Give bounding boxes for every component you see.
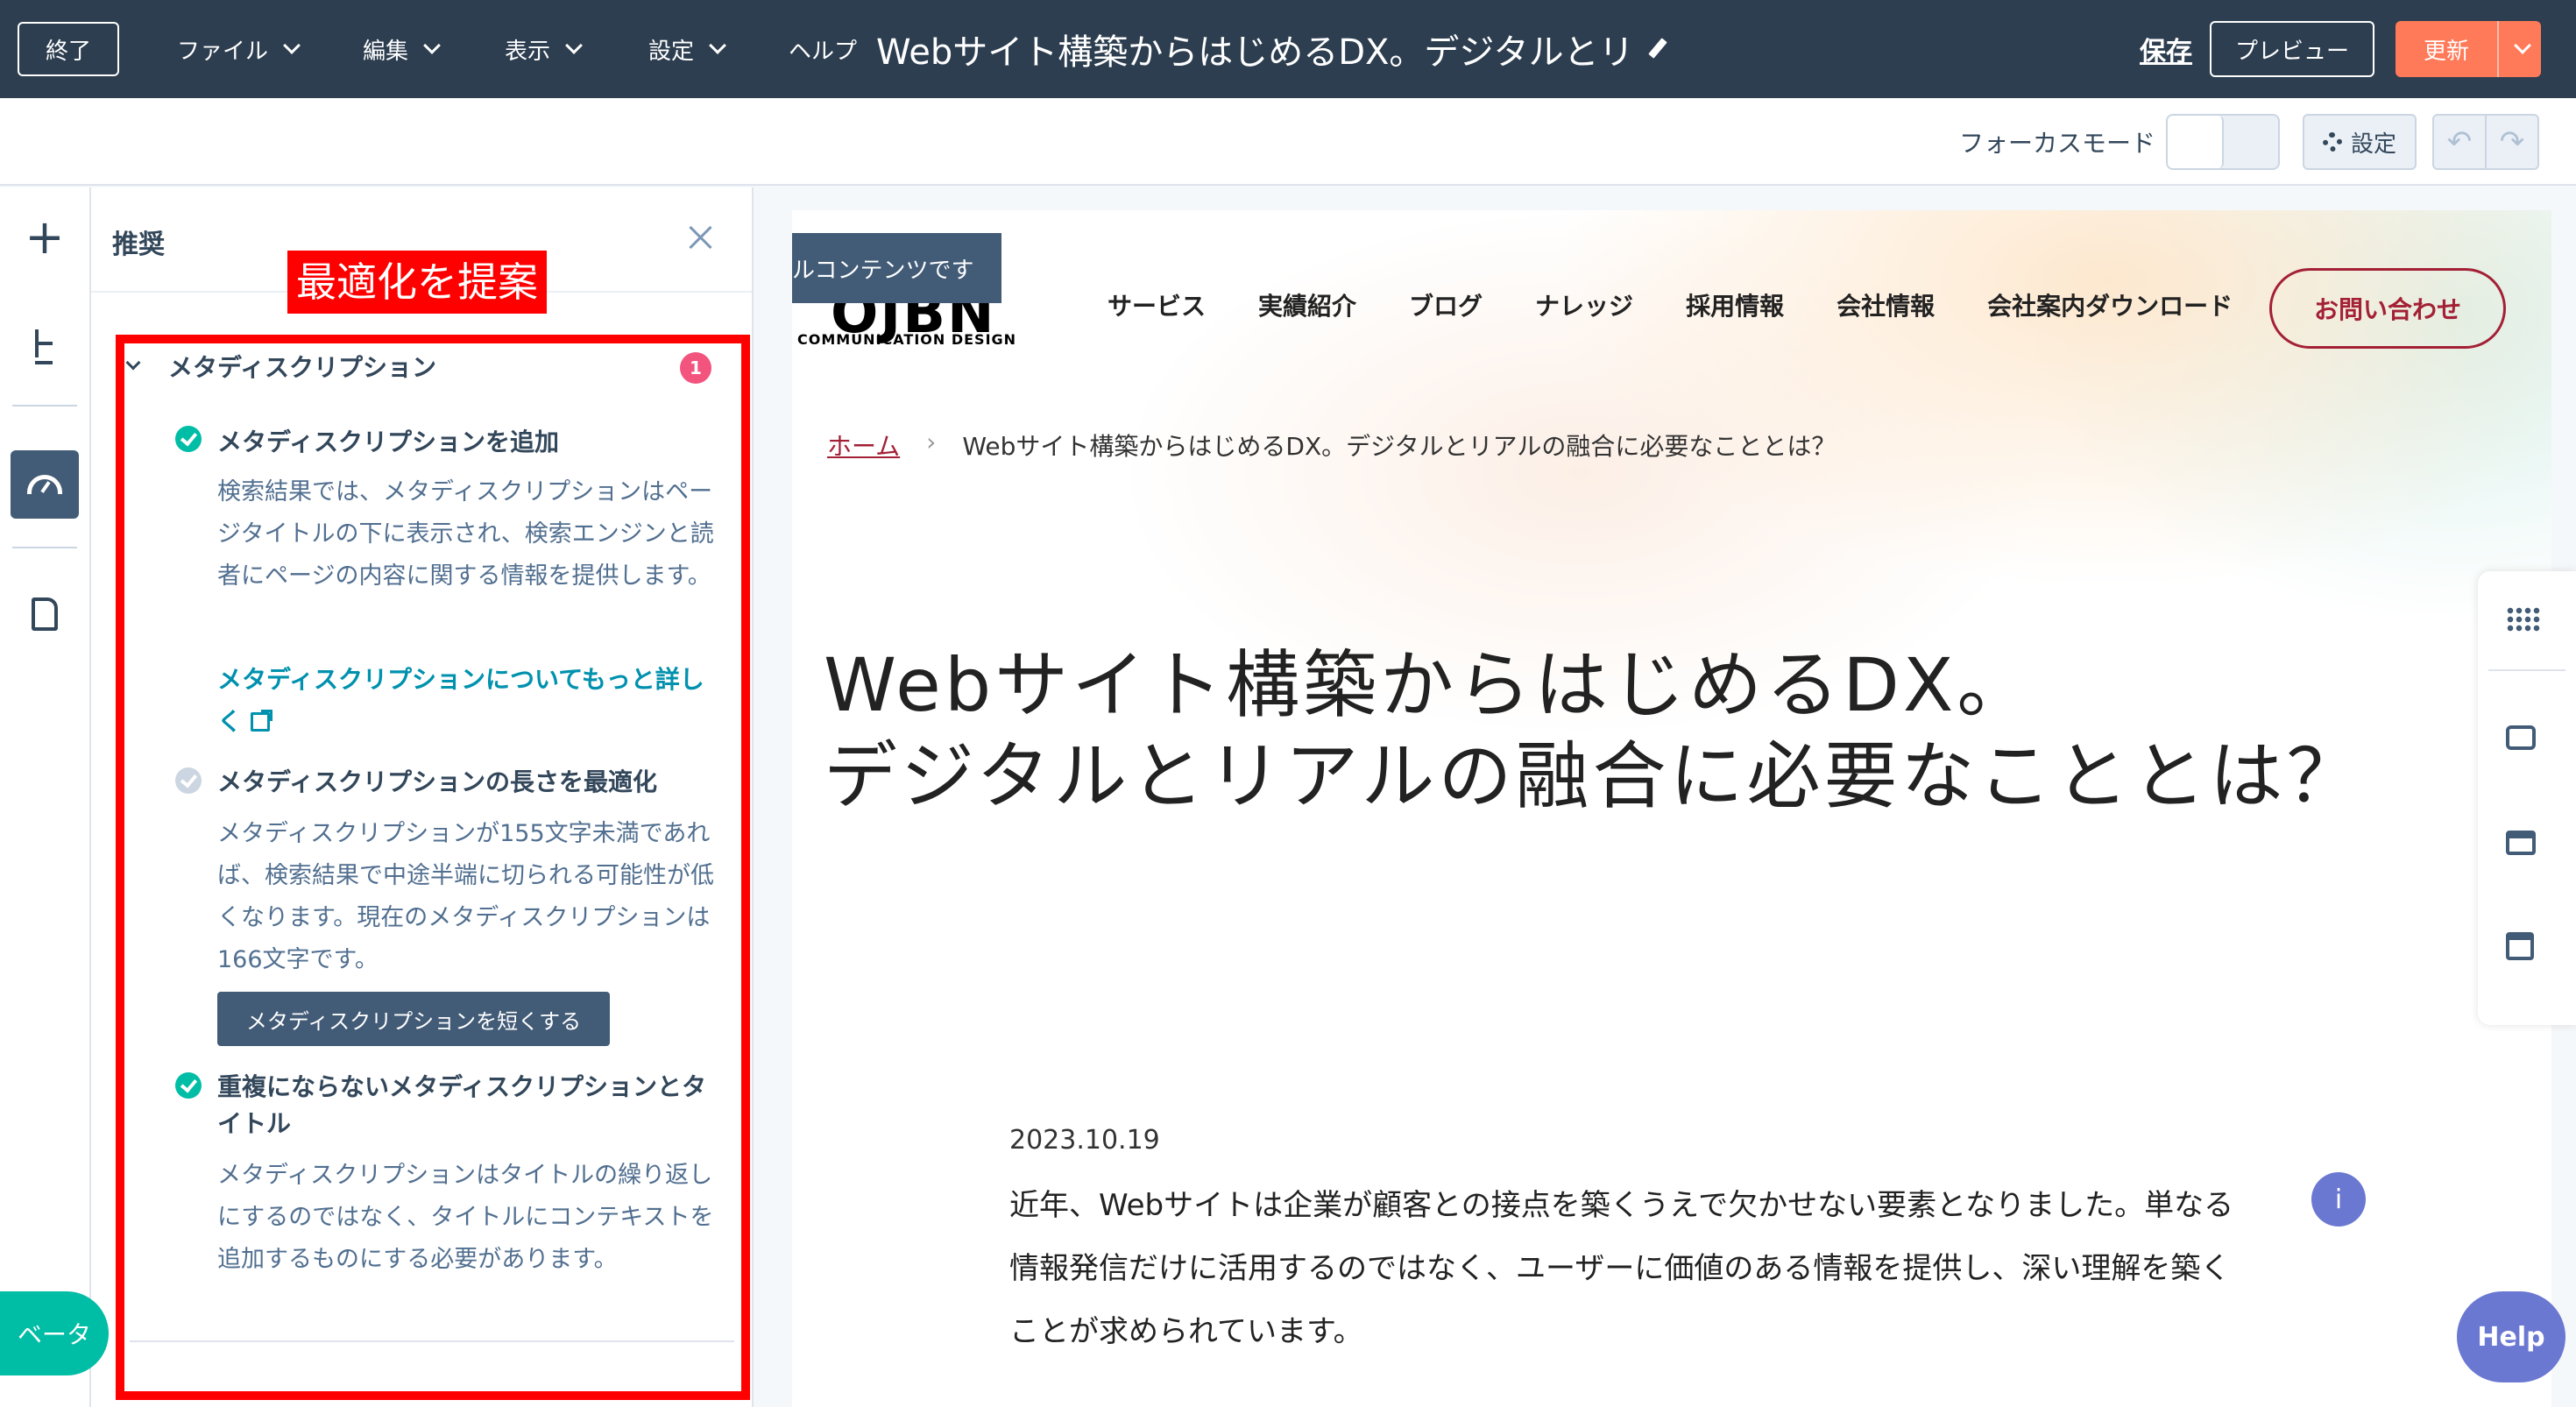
breadcrumb-separator: › [926, 428, 937, 456]
document-title-text: Webサイト構築からはじめるDX。デジタルとリ [876, 32, 1634, 73]
breadcrumb: ホーム › Webサイト構築からはじめるDX。デジタルとリアルの融合に必要なこと… [827, 428, 1836, 463]
logo-subtitle: COMMUNICATION DESIGN [797, 331, 1017, 348]
chat-icon[interactable] [2506, 725, 2536, 750]
menu-file[interactable]: ファイル [177, 0, 301, 98]
learn-more-link[interactable]: メタディスクリプションについてもっと詳しく [217, 659, 717, 743]
article-title: Webサイト構築からはじめるDX。 デジタルとリアルの融合に必要なこととは？ [824, 640, 2363, 822]
item-description: メタディスクリプションが155文字未満であれば、検索結果で中途半端に切られる可能… [217, 820, 714, 973]
settings-button-label: 設定 [2350, 131, 2396, 158]
issue-count-badge: 1 [680, 352, 711, 384]
update-button[interactable]: 更新 [2396, 21, 2541, 77]
menu-file-label: ファイル [177, 38, 269, 65]
contact-button[interactable]: お問い合わせ [2269, 268, 2506, 349]
menu-settings[interactable]: 設定 [648, 0, 726, 98]
item-description: 検索結果では、メタディスクリプションはページタイトルの下に表示され、検索エンジン… [217, 478, 714, 590]
check-circle-icon [175, 426, 202, 452]
menu-edit-label: 編集 [363, 38, 409, 65]
breadcrumb-current: Webサイト構築からはじめるDX。デジタルとリアルの融合に必要なこととは？ [962, 432, 1836, 461]
side-tools-divider [2488, 669, 2565, 671]
item-title: 重複にならないメタディスクリプションとタイトル [217, 1072, 707, 1138]
editor-toolbar: フォーカスモード 設定 ↶ ↷ [0, 98, 2576, 186]
focus-mode-toggle[interactable] [2166, 114, 2280, 170]
top-bar: 終了 ファイル 編集 表示 設定 ヘルプ Webサイト構築からはじめるDX。デジ… [0, 0, 2576, 98]
item-title: メタディスクリプションの長さを最適化 [217, 767, 658, 796]
article-body: 近年、Webサイトは企業が顧客との接点を築くうえで欠かせない要素となりました。単… [1009, 1188, 2234, 1349]
rail-divider [12, 547, 77, 548]
rail-divider [12, 405, 77, 407]
settings-button[interactable]: 設定 [2303, 114, 2417, 170]
section-title-meta-description[interactable]: メタディスクリプション [168, 349, 436, 384]
structure-button[interactable] [11, 310, 79, 378]
menu-edit[interactable]: 編集 [363, 0, 441, 98]
article-title-line-2: デジタルとリアルの融合に必要なこととは？ [824, 733, 2364, 819]
learn-more-link-text: メタディスクリプションについてもっと詳しく [217, 665, 704, 736]
card-icon[interactable] [2506, 831, 2536, 855]
save-button[interactable]: 保存 [2140, 0, 2192, 98]
external-link-icon [251, 710, 273, 732]
menu-settings-label: 設定 [648, 38, 695, 65]
update-dropdown[interactable] [2497, 21, 2541, 77]
nav-item[interactable]: サービス [1108, 287, 1206, 322]
nav-item[interactable]: ブログ [1409, 287, 1483, 322]
nav-item[interactable]: 会社案内ダウンロード [1987, 287, 2233, 322]
undo-redo-group: ↶ ↷ [2432, 114, 2539, 170]
menu-help[interactable]: ヘルプ [789, 0, 857, 98]
content-tag-text: ルコンテンツです [792, 257, 974, 284]
menu-view[interactable]: 表示 [505, 0, 583, 98]
document-title[interactable]: Webサイト構築からはじめるDX。デジタルとリ [876, 0, 1669, 98]
chevron-down-icon [565, 37, 583, 54]
chevron-down-icon [2514, 37, 2531, 54]
tree-icon [33, 329, 56, 364]
help-button[interactable]: Help [2457, 1291, 2565, 1382]
check-circle-icon [175, 767, 202, 794]
undo-icon[interactable]: ↶ [2434, 116, 2487, 168]
page-preview: OJBN COMMUNICATION DESIGN ルコンテンツです サービス … [792, 210, 2551, 1407]
chevron-down-icon [283, 37, 301, 54]
chevron-down-icon [709, 37, 726, 54]
calendar-icon[interactable] [2506, 932, 2534, 960]
close-icon[interactable] [683, 221, 718, 256]
add-button[interactable]: + [11, 203, 79, 272]
nav-item[interactable]: 採用情報 [1686, 287, 1784, 322]
menu-view-label: 表示 [505, 38, 551, 65]
beta-button[interactable]: ベータ [0, 1291, 109, 1375]
optimize-button[interactable] [11, 450, 79, 519]
update-button-label: 更新 [2423, 38, 2469, 65]
page-button[interactable] [11, 580, 79, 648]
panel-title: 推奨 [112, 230, 165, 260]
chevron-down-icon [423, 37, 441, 54]
content-tag: ルコンテンツです [792, 233, 1002, 303]
shorten-description-button[interactable]: メタディスクリプションを短くする [217, 992, 610, 1046]
info-icon[interactable]: i [2311, 1172, 2366, 1227]
item-title: メタディスクリプションを追加 [217, 428, 560, 456]
left-rail: + [0, 187, 91, 1407]
breadcrumb-home[interactable]: ホーム [827, 428, 900, 463]
redo-icon[interactable]: ↷ [2487, 116, 2537, 168]
side-tools [2478, 571, 2576, 1025]
nav-item[interactable]: 会社情報 [1836, 287, 1935, 322]
apps-grid-icon[interactable] [2506, 606, 2541, 633]
article-title-line-1: Webサイト構築からはじめるDX。 [824, 642, 2035, 728]
check-circle-icon [175, 1072, 202, 1099]
item-description: メタディスクリプションはタイトルの繰り返しにするのではなく、タイトルにコンテキス… [217, 1162, 714, 1273]
toggle-knob [2168, 116, 2224, 168]
plus-icon: + [25, 209, 65, 265]
section-divider [130, 1340, 734, 1342]
nav-item[interactable]: 実績紹介 [1258, 287, 1356, 322]
gear-icon [2322, 132, 2342, 152]
nav-item[interactable]: ナレッジ [1535, 287, 1633, 322]
gauge-icon [27, 475, 62, 494]
annotation-label: 最適化を提案 [287, 251, 547, 314]
preview-button[interactable]: プレビュー [2210, 21, 2374, 77]
exit-button[interactable]: 終了 [18, 22, 119, 76]
article-date: 2023.10.19 [1009, 1125, 1160, 1156]
site-nav: サービス 実績紹介 ブログ ナレッジ 採用情報 会社情報 会社案内ダウンロード [1108, 287, 2233, 322]
focus-mode-label: フォーカスモード [1959, 129, 2156, 158]
page-icon [32, 597, 58, 631]
menu-help-label: ヘルプ [789, 38, 858, 65]
pencil-icon[interactable] [1646, 38, 1669, 60]
